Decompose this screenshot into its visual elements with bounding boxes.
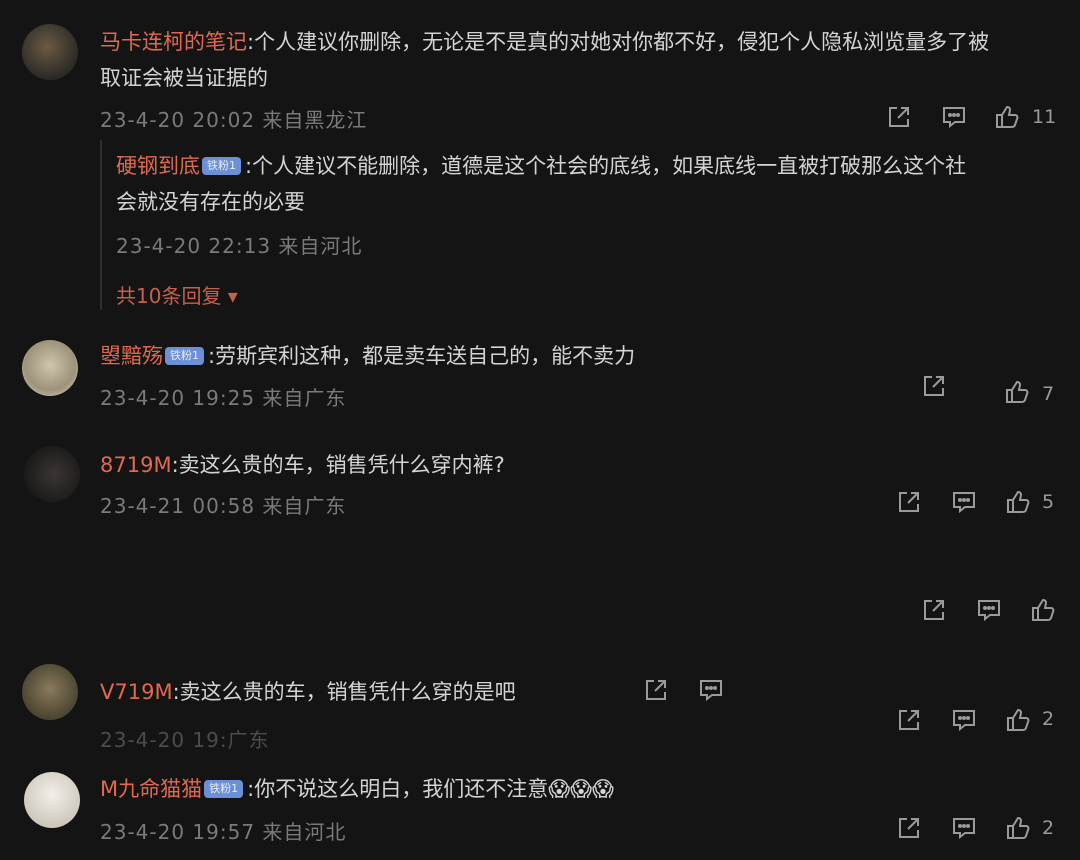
comment-icon[interactable]: [975, 596, 1003, 624]
like-icon[interactable]: [1004, 706, 1032, 734]
reply-text: 硬钢到底 铁粉1:个人建议不能删除，道德是这个社会的底线，如果底线一直被打破那么这…: [116, 154, 967, 178]
comment-text: V719M:卖这么贵的车，销售凭什么穿的是吧: [100, 680, 516, 704]
comment-meta: 23-4-20 19:广东: [100, 728, 270, 752]
share-icon[interactable]: [885, 103, 913, 131]
avatar[interactable]: [24, 772, 80, 828]
username[interactable]: 曌黯殇: [100, 344, 163, 368]
comment-meta: 23-4-20 19:25 来自广东: [100, 386, 347, 410]
share-icon[interactable]: [920, 596, 948, 624]
comment-icon[interactable]: [950, 814, 978, 842]
comment-text: M九命猫猫 铁粉1:你不说这么明白，我们还不注意😱😱😱: [100, 777, 614, 801]
comment-text: 马卡连柯的笔记:个人建议你删除，无论是不是真的对她对你都不好，侵犯个人隐私浏览量…: [100, 30, 990, 54]
avatar[interactable]: [22, 340, 78, 396]
username[interactable]: 8719M: [100, 453, 172, 477]
like-icon[interactable]: [1029, 596, 1057, 624]
share-icon[interactable]: [920, 372, 948, 400]
username[interactable]: V719M: [100, 680, 173, 704]
avatar[interactable]: [24, 446, 80, 502]
comment-meta: 23-4-21 00:58 来自广东: [100, 494, 347, 518]
emoji-group: 😱😱😱: [548, 777, 614, 801]
expand-replies-link[interactable]: 共10条回复 ▾: [116, 280, 238, 309]
like-count: 2: [1042, 817, 1055, 839]
comment-meta: 23-4-20 20:02 来自黑龙江: [100, 108, 368, 132]
comment-meta: 23-4-20 19:57 来自河北: [100, 820, 347, 844]
share-icon[interactable]: [642, 676, 670, 704]
comment-text: 曌黯殇 铁粉1:劳斯宾利这种，都是卖车送自己的，能不卖力: [100, 344, 636, 368]
comment-icon[interactable]: [940, 103, 968, 131]
comment-icon[interactable]: [950, 488, 978, 516]
fan-badge: 铁粉1: [204, 779, 244, 798]
avatar[interactable]: [22, 24, 78, 80]
share-icon[interactable]: [895, 706, 923, 734]
comment-text-cont: 取证会被当证据的: [100, 66, 268, 90]
fan-badge: 铁粉1: [202, 156, 241, 175]
comment-text: 8719M:卖这么贵的车，销售凭什么穿内裤?: [100, 453, 505, 477]
like-icon[interactable]: [1004, 488, 1032, 516]
fan-badge: 铁粉1: [165, 346, 204, 365]
like-count: 11: [1032, 106, 1057, 128]
like-count: 5: [1042, 491, 1055, 513]
share-icon[interactable]: [895, 488, 923, 516]
reply-username[interactable]: 硬钢到底: [116, 154, 200, 178]
comment-icon[interactable]: [697, 676, 725, 704]
like-count: 7: [1042, 383, 1055, 405]
share-icon[interactable]: [895, 814, 923, 842]
comment-icon[interactable]: [950, 706, 978, 734]
username[interactable]: M九命猫猫: [100, 777, 202, 801]
reply-text-cont: 会就没有存在的必要: [116, 190, 305, 214]
like-icon[interactable]: [993, 103, 1021, 131]
username[interactable]: 马卡连柯的笔记: [100, 30, 247, 54]
reply-meta: 23-4-20 22:13 来自河北: [116, 234, 363, 258]
like-icon[interactable]: [1003, 378, 1031, 406]
like-icon[interactable]: [1004, 814, 1032, 842]
like-count: 2: [1042, 708, 1055, 730]
avatar[interactable]: [22, 664, 78, 720]
